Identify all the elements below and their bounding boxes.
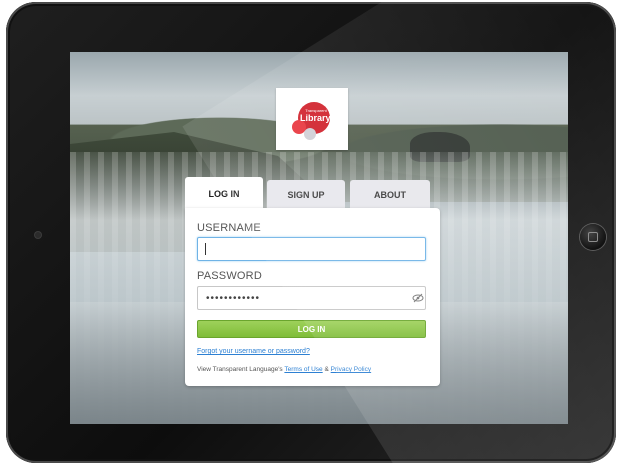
terms-ampersand: & [324,366,329,373]
tab-log-in[interactable]: LOG IN [185,177,263,210]
camera-icon [35,232,41,238]
auth-tabs: LOG IN SIGN UP ABOUT [185,177,441,210]
terms-of-use-link[interactable]: Terms of Use [284,366,322,373]
home-button[interactable] [580,224,606,250]
tab-sign-up[interactable]: SIGN UP [267,180,345,210]
library-logo: Transparent Library [276,88,348,150]
terms-line: View Transparent Language's Terms of Use… [197,366,371,373]
forgot-credentials-link[interactable]: Forgot your username or password? [197,348,310,355]
tablet-frame: Transparent Library LOG IN SIGN UP ABOUT… [6,2,616,463]
username-label: USERNAME [197,222,261,234]
logo-text: Library [300,113,331,123]
terms-prefix: View Transparent Language's [197,366,283,373]
login-panel: USERNAME PASSWORD LOG IN Forgot your use… [185,208,440,386]
login-button[interactable]: LOG IN [197,320,426,338]
password-input[interactable] [197,286,426,310]
text-caret [205,243,206,255]
eye-slash-icon[interactable] [412,292,424,304]
username-input[interactable] [197,237,426,261]
screen: Transparent Library LOG IN SIGN UP ABOUT… [70,52,568,424]
home-button-icon [588,232,598,242]
tab-about[interactable]: ABOUT [350,180,430,210]
privacy-policy-link[interactable]: Privacy Policy [331,366,371,373]
password-label: PASSWORD [197,270,262,282]
